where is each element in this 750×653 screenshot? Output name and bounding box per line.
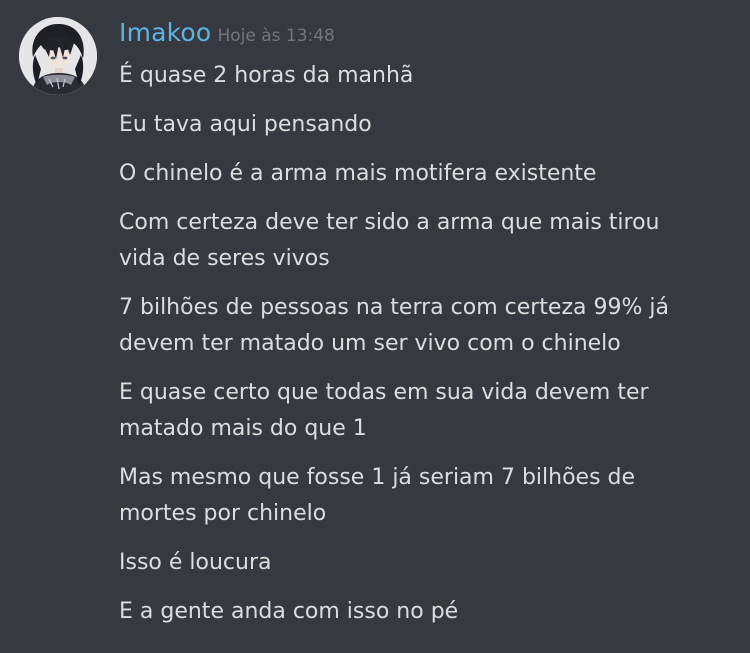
- message-text: E quase certo que todas em sua vida deve…: [119, 375, 719, 447]
- timestamp: Hoje às 13:48: [217, 26, 335, 46]
- message-text: Com certeza deve ter sido a arma que mai…: [119, 205, 719, 277]
- message-header: Imakoo Hoje às 13:48: [119, 18, 335, 52]
- message-line: mortes por chinelo: [119, 501, 327, 526]
- message-text: Isso é loucura: [119, 545, 719, 581]
- message-text: Mas mesmo que fosse 1 já seriam 7 bilhõe…: [119, 460, 719, 532]
- message-line: 7 bilhões de pessoas na terra com certez…: [119, 295, 669, 320]
- message-line: Isso é loucura: [119, 550, 272, 575]
- message-line: devem ter matado um ser vivo com o chine…: [119, 331, 621, 356]
- message-line: Eu tava aqui pensando: [119, 112, 372, 137]
- chat-message-group: Imakoo Hoje às 13:48 É quase 2 horas da …: [0, 0, 750, 653]
- username[interactable]: Imakoo: [119, 18, 211, 47]
- message-text: É quase 2 horas da manhã: [119, 58, 719, 94]
- message-text: 7 bilhões de pessoas na terra com certez…: [119, 290, 719, 362]
- message-line: É quase 2 horas da manhã: [119, 63, 414, 88]
- anime-character-avatar-icon: [19, 17, 97, 95]
- message-line: Mas mesmo que fosse 1 já seriam 7 bilhõe…: [119, 465, 636, 490]
- message-text: Eu tava aqui pensando: [119, 107, 719, 143]
- message-line: vida de seres vivos: [119, 246, 330, 271]
- message-line: O chinelo é a arma mais motifera existen…: [119, 161, 597, 186]
- message-line: matado mais do que 1: [119, 416, 367, 441]
- message-line: E quase certo que todas em sua vida deve…: [119, 380, 649, 405]
- message-list: É quase 2 horas da manhã Eu tava aqui pe…: [119, 58, 719, 643]
- message-line: Com certeza deve ter sido a arma que mai…: [119, 210, 660, 235]
- message-text: O chinelo é a arma mais motifera existen…: [119, 156, 719, 192]
- message-line: E a gente anda com isso no pé: [119, 599, 459, 624]
- message-text: E a gente anda com isso no pé: [119, 594, 719, 630]
- avatar[interactable]: [19, 17, 97, 95]
